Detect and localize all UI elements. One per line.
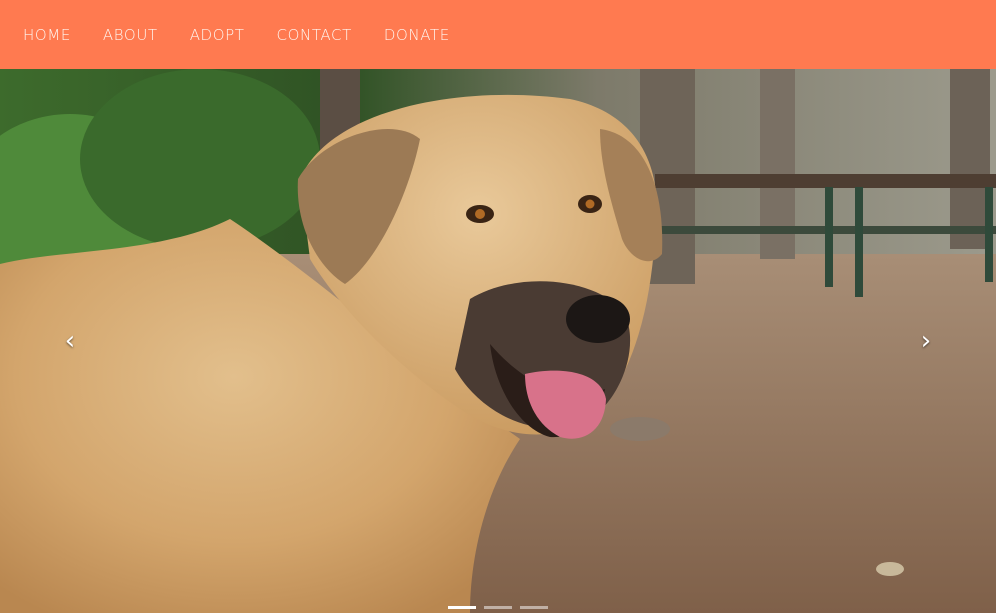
nav-home-link[interactable]: HOME (23, 26, 71, 44)
carousel-indicator-1[interactable] (448, 606, 476, 609)
chevron-left-icon: ‹ (64, 326, 76, 356)
carousel-next-button[interactable]: › (856, 69, 996, 613)
nav-adopt-link[interactable]: ADOPT (190, 26, 245, 44)
nav-donate-link[interactable]: DONATE (384, 26, 450, 44)
nav-contact-link[interactable]: CONTACT (277, 26, 352, 44)
carousel-indicator-3[interactable] (520, 606, 548, 609)
top-navbar: HOME ABOUT ADOPT CONTACT DONATE (0, 0, 996, 69)
carousel-indicator-2[interactable] (484, 606, 512, 609)
carousel-indicators (0, 606, 996, 609)
hero-carousel: ‹ › (0, 69, 996, 613)
nav-about-link[interactable]: ABOUT (103, 26, 158, 44)
dog-photo (0, 69, 996, 613)
carousel-prev-button[interactable]: ‹ (0, 69, 140, 613)
chevron-right-icon: › (920, 326, 932, 356)
